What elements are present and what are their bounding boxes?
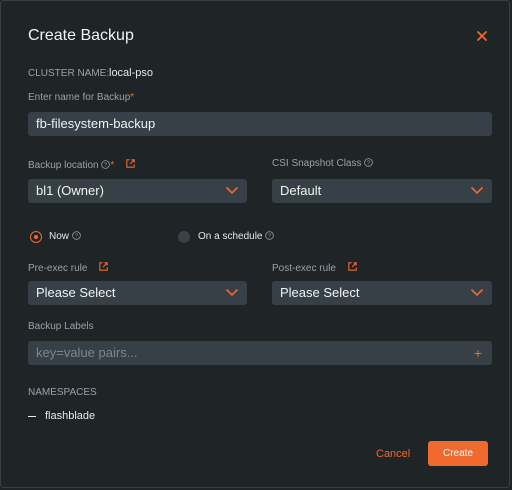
close-icon[interactable] [475,29,489,43]
pre-exec-label-text: Pre-exec rule [28,263,88,274]
now-label: Now ? [49,231,81,242]
post-exec-label-text: Post-exec rule [272,263,336,274]
chevron-down-icon [470,186,484,195]
post-exec-label: Post-exec rule [272,261,358,274]
required-mark: * [130,92,135,103]
backup-name-input[interactable]: fb-filesystem-backup [28,112,492,136]
backup-labels-label: Backup Labels [28,321,94,332]
post-exec-value: Please Select [280,285,360,300]
add-label-icon[interactable]: + [474,341,482,365]
pre-exec-label: Pre-exec rule [28,261,109,274]
create-button[interactable]: Create [428,441,488,466]
now-radio[interactable] [30,231,42,243]
schedule-label: On a schedule ? [198,231,275,242]
backup-location-select[interactable]: bl1 (Owner) [28,179,247,203]
csi-snapshot-label-text: CSI Snapshot Class [272,158,362,169]
post-exec-select[interactable]: Please Select [272,281,492,305]
csi-snapshot-value: Default [280,183,322,198]
cluster-name-label: CLUSTER NAME: [28,68,110,79]
chevron-down-icon [470,288,484,297]
external-link-icon[interactable] [98,261,109,272]
help-icon: ? [265,231,275,240]
namespace-item: flashblade [45,410,96,422]
backup-name-value: fb-filesystem-backup [36,116,156,131]
cluster-name-value: local-pso [109,67,154,79]
backup-name-label-text: Enter name for Backup [28,92,131,103]
backup-location-label-text: Backup location [28,160,99,171]
schedule-radio[interactable] [178,231,190,243]
collapse-icon[interactable] [28,416,36,417]
backup-location-label: Backup location ? * [28,158,136,171]
now-label-text: Now [49,231,70,242]
backup-labels-input[interactable]: key=value pairs... + [28,341,492,365]
external-link-icon[interactable] [125,158,136,169]
dialog-title: Create Backup [28,27,134,44]
backup-location-value: bl1 (Owner) [36,183,104,198]
chevron-down-icon [225,288,239,297]
chevron-down-icon [225,186,239,195]
cancel-button[interactable]: Cancel [376,448,410,460]
required-mark: * [110,160,115,171]
create-backup-dialog: Create Backup CLUSTER NAME: local-pso En… [0,0,510,488]
pre-exec-value: Please Select [36,285,116,300]
csi-snapshot-select[interactable]: Default [272,179,492,203]
csi-snapshot-label: CSI Snapshot Class ? [272,158,374,169]
pre-exec-select[interactable]: Please Select [28,281,247,305]
backup-name-label: Enter name for Backup* [28,92,134,103]
external-link-icon[interactable] [347,261,358,272]
schedule-label-text: On a schedule [198,231,263,242]
namespaces-heading: NAMESPACES [28,387,97,398]
help-icon: ? [72,231,81,240]
backup-labels-placeholder: key=value pairs... [36,345,138,360]
help-icon: ? [364,158,374,167]
